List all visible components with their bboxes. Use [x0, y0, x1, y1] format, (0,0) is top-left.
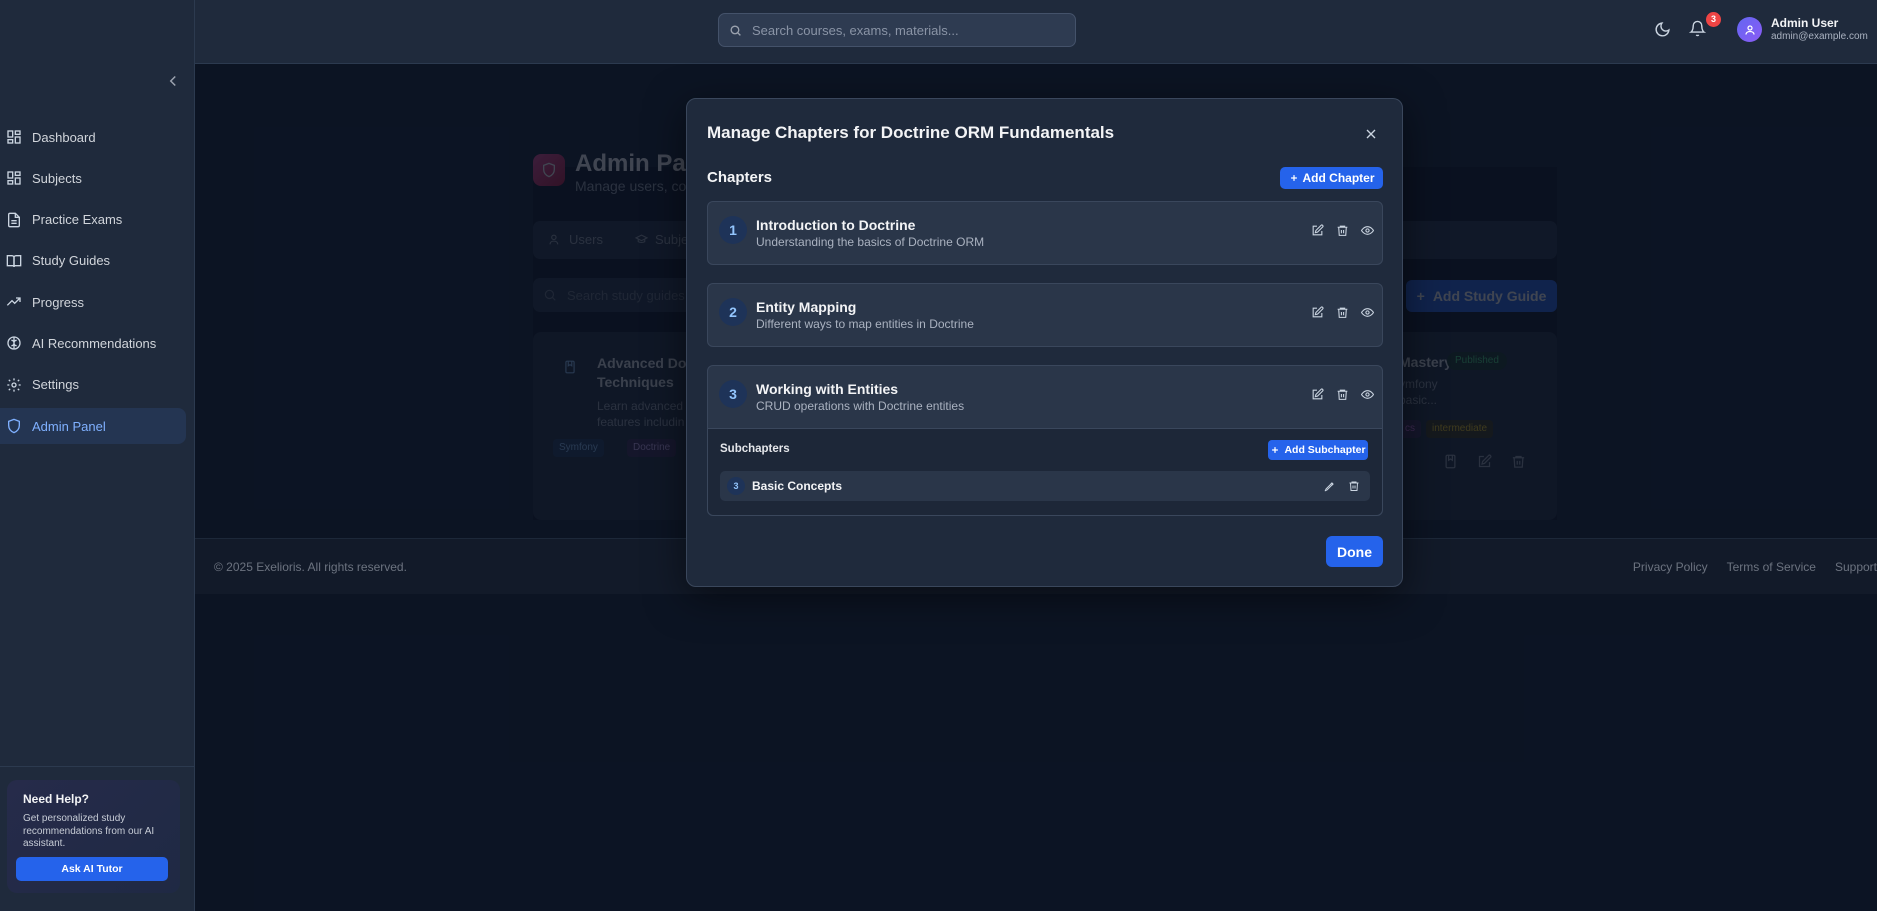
- close-icon[interactable]: [1363, 126, 1379, 142]
- book-icon: [6, 253, 22, 269]
- trend-icon: [6, 294, 22, 310]
- ask-ai-tutor-button[interactable]: Ask AI Tutor: [16, 857, 168, 881]
- shield-icon: [6, 418, 22, 434]
- collapse-sidebar-icon[interactable]: [164, 72, 182, 90]
- sidebar-item-dashboard[interactable]: Dashboard: [0, 119, 186, 155]
- chapter-title: Working with Entities: [756, 381, 899, 397]
- plus-icon: [1289, 173, 1303, 183]
- sidebar: Dashboard Subjects Practice Exams Study …: [0, 0, 195, 911]
- trash-icon[interactable]: [1336, 306, 1349, 319]
- subchapter-title: Basic Concepts: [752, 479, 843, 493]
- edit-icon[interactable]: [1311, 224, 1324, 237]
- chapter-number: 3: [719, 380, 747, 408]
- help-card: Need Help? Get personalized study recomm…: [7, 780, 180, 893]
- chapter-title: Introduction to Doctrine: [756, 217, 916, 233]
- button-label: Add Chapter: [1302, 171, 1375, 185]
- edit-icon[interactable]: [1311, 388, 1324, 401]
- global-search: [718, 13, 1076, 47]
- brain-icon: [6, 335, 22, 351]
- sidebar-item-label: AI Recommendations: [32, 335, 157, 351]
- notification-count-badge: 3: [1706, 12, 1721, 27]
- sidebar-item-label: Study Guides: [32, 253, 111, 269]
- sidebar-item-label: Admin Panel: [32, 418, 106, 434]
- sidebar-divider: [0, 766, 195, 767]
- gear-icon: [6, 377, 22, 393]
- sidebar-item-label: Settings: [32, 377, 79, 393]
- subchapters-section: Subchapters Add Subchapter 3 Basic Conce…: [708, 428, 1382, 515]
- button-label: Add Subchapter: [1284, 444, 1366, 456]
- search-input[interactable]: [752, 22, 1052, 38]
- chapter-actions: [1311, 388, 1374, 401]
- chapter-title: Entity Mapping: [756, 299, 857, 315]
- chapter-item: 1 Introduction to Doctrine Understanding…: [707, 201, 1383, 265]
- file-icon: [6, 212, 22, 228]
- trash-icon[interactable]: [1336, 224, 1349, 237]
- sidebar-item-study-guides[interactable]: Study Guides: [0, 243, 186, 279]
- user-name: Admin User: [1771, 16, 1839, 30]
- chapter-item: 3 Working with Entities CRUD operations …: [707, 365, 1383, 516]
- top-header: 3 Admin User admin@example.com: [195, 0, 1877, 64]
- avatar[interactable]: [1737, 17, 1762, 42]
- sidebar-item-settings[interactable]: Settings: [0, 367, 186, 403]
- sidebar-item-admin-panel[interactable]: Admin Panel: [0, 408, 186, 445]
- sidebar-item-label: Subjects: [32, 170, 82, 186]
- chapter-item: 2 Entity Mapping Different ways to map e…: [707, 283, 1383, 347]
- chapter-desc: CRUD operations with Doctrine entities: [756, 399, 965, 413]
- subchapters-heading: Subchapters: [720, 443, 790, 455]
- sidebar-nav: Dashboard Subjects Practice Exams Study …: [0, 119, 186, 449]
- manage-chapters-modal: Manage Chapters for Doctrine ORM Fundame…: [686, 98, 1403, 587]
- modal-title: Manage Chapters for Doctrine ORM Fundame…: [707, 123, 1115, 142]
- sidebar-item-ai-recommendations[interactable]: AI Recommendations: [0, 325, 186, 361]
- chapters-heading: Chapters: [707, 169, 773, 186]
- chapter-number: 2: [719, 298, 747, 326]
- notifications-bell-icon[interactable]: [1689, 20, 1706, 37]
- user-email: admin@example.com: [1771, 31, 1868, 42]
- grid-icon: [6, 129, 22, 145]
- grid-icon: [6, 170, 22, 186]
- eye-icon[interactable]: [1361, 224, 1374, 237]
- sidebar-item-progress[interactable]: Progress: [0, 284, 186, 320]
- help-title: Need Help?: [23, 792, 90, 806]
- sidebar-item-subjects[interactable]: Subjects: [0, 160, 186, 196]
- done-button[interactable]: Done: [1326, 536, 1383, 567]
- trash-icon[interactable]: [1336, 388, 1349, 401]
- add-subchapter-button[interactable]: Add Subchapter: [1268, 440, 1368, 460]
- plus-icon: [1270, 445, 1284, 455]
- subchapter-actions: [1324, 480, 1360, 492]
- trash-icon[interactable]: [1348, 480, 1360, 492]
- chapter-desc: Different ways to map entities in Doctri…: [756, 317, 974, 331]
- eye-icon[interactable]: [1361, 306, 1374, 319]
- eye-icon[interactable]: [1361, 388, 1374, 401]
- help-text: Get personalized study recommendations f…: [23, 813, 155, 849]
- subchapter-item: 3 Basic Concepts: [720, 471, 1370, 501]
- chapter-desc: Understanding the basics of Doctrine ORM: [756, 235, 985, 249]
- chapter-actions: [1311, 306, 1374, 319]
- sidebar-item-label: Practice Exams: [32, 212, 123, 228]
- subchapter-number: 3: [727, 477, 745, 495]
- sidebar-item-label: Dashboard: [32, 129, 96, 145]
- sidebar-item-label: Progress: [32, 294, 85, 310]
- sidebar-item-practice-exams[interactable]: Practice Exams: [0, 202, 186, 238]
- chapter-actions: [1311, 224, 1374, 237]
- pen-icon[interactable]: [1324, 480, 1336, 492]
- chapter-number: 1: [719, 216, 747, 244]
- search-icon: [729, 24, 742, 37]
- edit-icon[interactable]: [1311, 306, 1324, 319]
- theme-toggle-moon-icon[interactable]: [1654, 21, 1671, 38]
- add-chapter-button[interactable]: Add Chapter: [1280, 167, 1383, 189]
